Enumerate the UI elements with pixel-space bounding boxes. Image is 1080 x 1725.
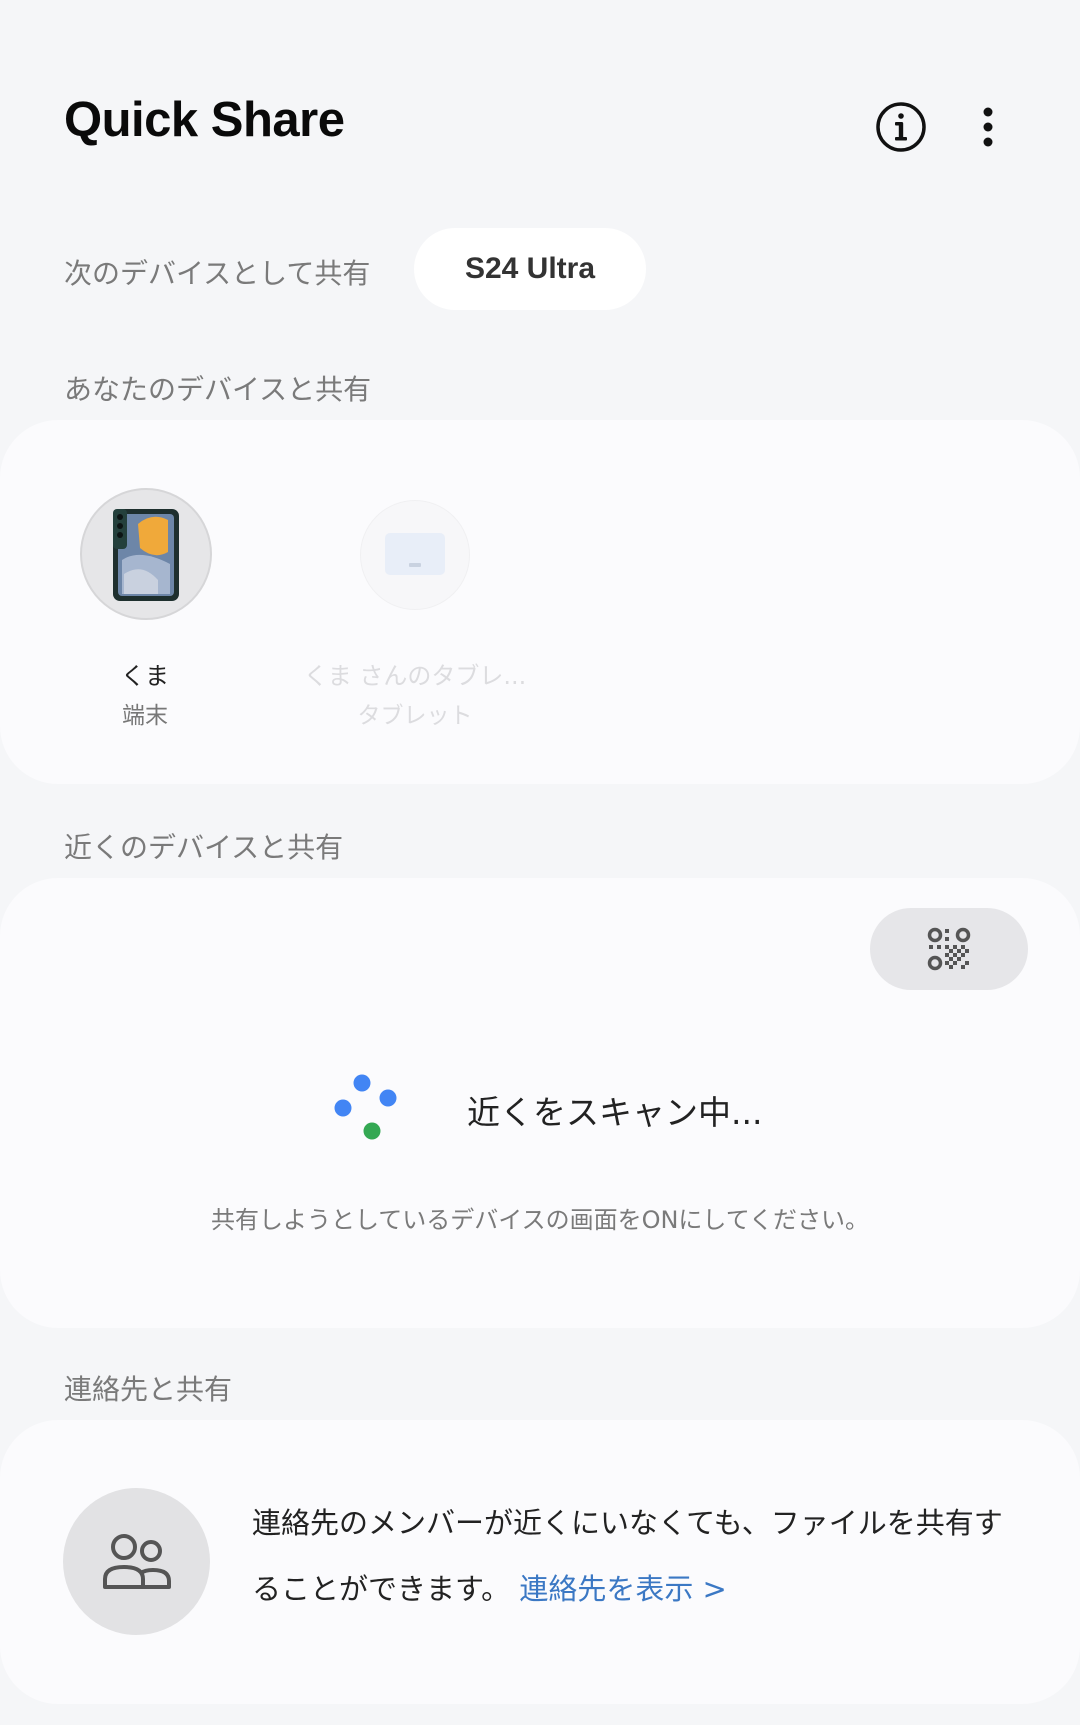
people-icon <box>102 1533 171 1589</box>
scan-dot <box>334 1099 352 1117</box>
scan-dot <box>379 1089 397 1107</box>
scanning-hint: 共有しようとしているデバイスの画面をONにしてください。 <box>211 1206 869 1234</box>
scanning-dots-icon <box>334 1074 397 1140</box>
device-type: タブレット <box>357 703 473 729</box>
my-devices-section-label: あなたのデバイスと共有 <box>64 373 372 406</box>
phone-image <box>113 509 179 601</box>
qr-code-icon <box>927 927 971 971</box>
device-item-phone[interactable]: くま 端末 <box>40 420 250 784</box>
contacts-section-label: 連絡先と共有 <box>64 1373 233 1406</box>
scan-dot <box>353 1074 371 1092</box>
device-name: くま さんのタブレ... <box>303 662 527 690</box>
tablet-avatar <box>360 500 470 610</box>
info-button[interactable] <box>874 100 928 154</box>
share-as-row: 次のデバイスとして共有 S24 Ultra <box>64 228 1044 310</box>
app-header: Quick Share <box>64 92 1040 162</box>
tablet-icon <box>385 533 445 575</box>
share-as-label: 次のデバイスとして共有 <box>64 257 371 290</box>
view-contacts-link[interactable]: 連絡先を表示 > <box>519 1572 727 1606</box>
scan-dot <box>363 1122 381 1140</box>
quick-share-screen: Quick Share 次のデバイスとして共有 S24 Ultra あなたのデバ… <box>0 0 1080 1725</box>
nearby-section-label: 近くのデバイスと共有 <box>64 831 344 864</box>
page-title: Quick Share <box>64 93 345 147</box>
contacts-avatar <box>63 1488 210 1635</box>
contacts-description: 連絡先のメンバーが近くにいなくても、ファイルを共有することができます。 連絡先を… <box>252 1490 1012 1622</box>
device-type: 端末 <box>122 703 168 729</box>
scanning-status: 近くをスキャン中... <box>467 1093 763 1132</box>
qr-code-button[interactable] <box>870 908 1028 990</box>
my-devices-card: くま 端末 くま さんのタブレ... タブレット <box>0 420 1080 784</box>
phone-avatar <box>80 488 212 620</box>
device-name-chip[interactable]: S24 Ultra <box>414 228 646 310</box>
device-name: くま <box>121 662 169 690</box>
info-icon <box>876 102 926 152</box>
more-vertical-icon <box>983 107 993 147</box>
more-options-button[interactable] <box>968 100 1008 154</box>
device-item-tablet: くま さんのタブレ... タブレット <box>290 420 540 784</box>
nearby-card: 近くをスキャン中... 共有しようとしているデバイスの画面をONにしてください。 <box>0 878 1080 1328</box>
contacts-card: 連絡先のメンバーが近くにいなくても、ファイルを共有することができます。 連絡先を… <box>0 1420 1080 1704</box>
